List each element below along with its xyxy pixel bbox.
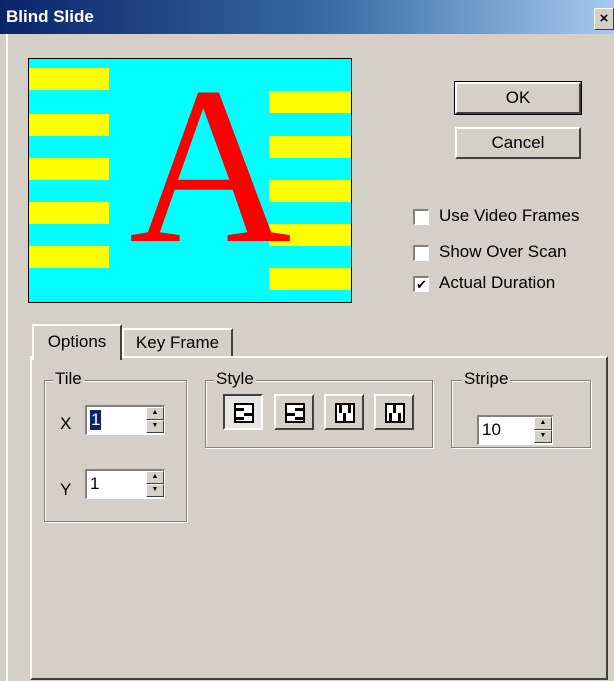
tile-y-spin-buttons: ▲ ▼ [146,471,164,498]
close-button[interactable]: × [594,8,614,30]
stripe-spinner[interactable]: 10 ▲ ▼ [477,415,553,445]
tab-key-frame[interactable]: Key Frame [122,328,233,356]
blind-style-2-icon [285,403,305,423]
ok-button[interactable]: OK [454,81,582,115]
spin-down-arrow-icon[interactable]: ▼ [146,484,164,497]
tile-x-spinner[interactable]: 1 ▲ ▼ [85,405,165,435]
blind-style-4-button[interactable] [374,394,414,430]
blind-style-1-button[interactable] [223,394,263,430]
tile-x-label: X [60,414,72,433]
spin-up-arrow-icon[interactable]: ▲ [146,471,164,484]
title-bar: Blind Slide × [0,0,614,34]
checkmark-icon: ✔ [416,277,427,292]
close-icon: × [599,10,609,27]
actual-duration-checkbox[interactable]: ✔ [413,276,429,292]
cancel-button[interactable]: Cancel [455,127,581,159]
stripe-spin-buttons: ▲ ▼ [534,417,552,444]
preview-stripe [29,202,109,224]
blind-style-2-button[interactable] [274,394,314,430]
blind-style-1-icon [234,403,254,423]
stripe-value[interactable]: 10 [482,420,501,440]
spin-down-arrow-icon[interactable]: ▼ [534,430,552,443]
preview-stripe [29,246,109,268]
window-edge [6,34,8,681]
preview-letter: A [129,58,292,290]
tile-y-spinner[interactable]: 1 ▲ ▼ [85,469,165,499]
stripe-group-title: Stripe [462,369,511,389]
window-title: Blind Slide [6,7,94,26]
tile-y-label: Y [60,480,72,499]
preview-pane: A [28,58,352,303]
preview-stripe [29,68,109,90]
blind-style-3-icon [335,403,355,423]
use-video-frames-checkbox[interactable] [413,209,429,225]
spin-down-arrow-icon[interactable]: ▼ [146,420,164,433]
show-over-scan-label: Show Over Scan [439,242,567,261]
blind-style-3-button[interactable] [324,394,364,430]
tile-group [44,380,187,522]
tab-options[interactable]: Options [32,324,122,360]
tile-group-title: Tile [53,369,84,389]
actual-duration-label: Actual Duration [439,273,556,292]
style-group-title: Style [214,369,256,389]
spin-up-arrow-icon[interactable]: ▲ [146,407,164,420]
tile-x-spin-buttons: ▲ ▼ [146,407,164,434]
preview-stripe [29,114,109,136]
show-over-scan-checkbox[interactable] [413,245,429,261]
tile-x-value[interactable]: 1 [90,410,102,430]
blind-style-4-icon [385,403,405,423]
spin-up-arrow-icon[interactable]: ▲ [534,417,552,430]
use-video-frames-label: Use Video Frames [439,206,580,225]
preview-stripe [29,158,109,180]
tile-y-value[interactable]: 1 [90,474,99,494]
